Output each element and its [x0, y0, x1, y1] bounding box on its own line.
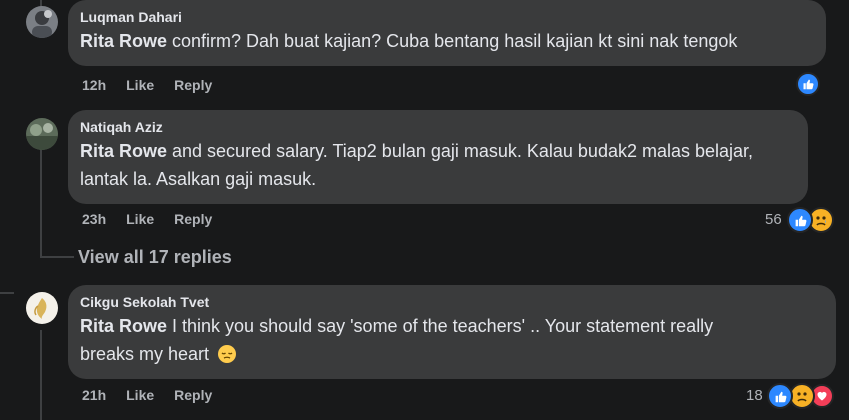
avatar[interactable]: [26, 118, 58, 150]
avatar[interactable]: [26, 6, 58, 38]
comment-author[interactable]: Natiqah Aziz: [80, 118, 796, 137]
thread-line-bottom: [40, 330, 42, 420]
comment-author[interactable]: Luqman Dahari: [80, 8, 814, 27]
comment-text-line: I think you should say 'some of the teac…: [167, 316, 714, 336]
view-replies-link[interactable]: View all 17 replies: [78, 247, 232, 268]
thread-line-mid: [40, 140, 42, 258]
reply-button[interactable]: Reply: [174, 77, 212, 93]
reply-button[interactable]: Reply: [174, 211, 212, 227]
comment-author[interactable]: Cikgu Sekolah Tvet: [80, 293, 824, 312]
like-icon[interactable]: [767, 383, 793, 409]
like-icon[interactable]: [787, 207, 813, 233]
comment-timestamp[interactable]: 12h: [82, 77, 106, 93]
mention-link[interactable]: Rita Rowe: [80, 316, 167, 336]
mention-link[interactable]: Rita Rowe: [80, 141, 167, 161]
pensive-emoji: [217, 344, 237, 364]
like-button[interactable]: Like: [126, 387, 154, 403]
comment-timestamp[interactable]: 21h: [82, 387, 106, 403]
comment-actions: 23h Like Reply: [82, 211, 212, 227]
comment-timestamp[interactable]: 23h: [82, 211, 106, 227]
thread-line-left: [0, 292, 14, 294]
comment-text-line: confirm? Dah buat kajian? Cuba bentang h…: [167, 31, 738, 51]
reply-button[interactable]: Reply: [174, 387, 212, 403]
comment-text: Rita Rowe I think you should say 'some o…: [80, 312, 824, 340]
comment-actions: 21h Like Reply: [82, 387, 212, 403]
like-button[interactable]: Like: [126, 211, 154, 227]
comment-bubble: Cikgu Sekolah Tvet Rita Rowe I think you…: [68, 285, 836, 379]
comment-bubble: Natiqah Aziz Rita Rowe and secured salar…: [68, 110, 808, 204]
mention-link[interactable]: Rita Rowe: [80, 31, 167, 51]
comment-text-line: breaks my heart: [80, 340, 824, 368]
thread-line-elbow: [40, 256, 74, 258]
comment-text-line-2: breaks my heart: [80, 344, 210, 364]
comment-text-line: and secured salary. Tiap2 bulan gaji mas…: [167, 141, 754, 161]
comment-bubble: Luqman Dahari Rita Rowe confirm? Dah bua…: [68, 0, 826, 66]
like-button[interactable]: Like: [126, 77, 154, 93]
comment-actions: 12h Like Reply: [82, 77, 212, 93]
like-icon[interactable]: [796, 72, 820, 96]
reaction-count[interactable]: 18: [746, 387, 763, 404]
comment-text: Rita Rowe and secured salary. Tiap2 bula…: [80, 137, 796, 165]
comment-text-line: lantak la. Asalkan gaji masuk.: [80, 169, 317, 189]
avatar[interactable]: [26, 292, 58, 324]
comment-text: Rita Rowe confirm? Dah buat kajian? Cuba…: [80, 27, 814, 55]
reaction-count[interactable]: 56: [765, 211, 782, 228]
